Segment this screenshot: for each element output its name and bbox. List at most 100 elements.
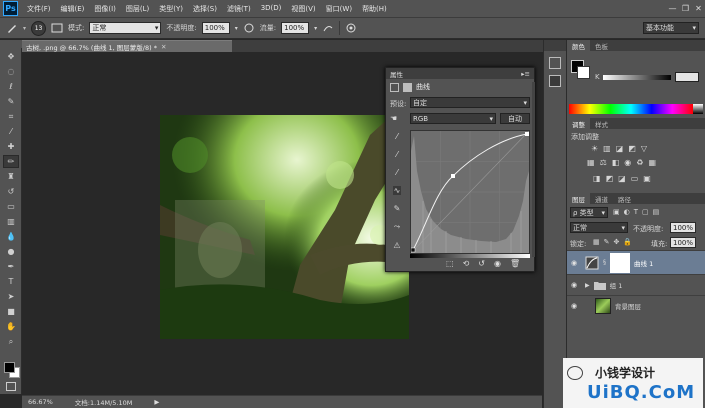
layer-thumbnail[interactable] xyxy=(595,298,611,314)
brightness-icon[interactable]: ☀ xyxy=(591,144,598,153)
vibrance-icon[interactable]: ▽ xyxy=(641,144,647,153)
type-tool-icon[interactable]: T xyxy=(3,275,19,288)
flow-dropdown-icon[interactable]: ▾ xyxy=(314,25,317,32)
levels-icon[interactable]: ▥ xyxy=(603,144,611,153)
brush-preset-picker[interactable]: 13 xyxy=(31,20,47,36)
posterize-icon[interactable]: ◩ xyxy=(606,174,614,183)
filter-type-icon[interactable]: T xyxy=(634,208,638,216)
move-tool-icon[interactable]: ✥ xyxy=(3,50,19,63)
menu-item-0[interactable]: 文件(F) xyxy=(22,4,56,14)
brush-panel-icon[interactable] xyxy=(51,22,63,34)
clone-stamp-tool-icon[interactable]: ♜ xyxy=(3,170,19,183)
gradient-tool-icon[interactable]: ▥ xyxy=(3,215,19,228)
pressure-opacity-icon[interactable] xyxy=(243,22,255,34)
tab-styles[interactable]: 样式 xyxy=(590,118,613,129)
filter-adjust-icon[interactable]: ◐ xyxy=(624,208,630,216)
fill-input[interactable]: 100% xyxy=(670,237,696,248)
target-adjust-icon[interactable]: ☚ xyxy=(390,114,397,123)
menu-item-8[interactable]: 视图(V) xyxy=(286,4,320,14)
black-point-eyedropper-icon[interactable]: ⁄ xyxy=(396,132,397,141)
document-tab[interactable]: 古树, .png @ 66.7% (曲线 1, 图层蒙版/8) * ✕ xyxy=(22,40,232,52)
visibility-icon[interactable]: ◉ xyxy=(494,259,501,268)
menu-item-9[interactable]: 窗口(W) xyxy=(321,4,357,14)
expand-arrow-icon[interactable]: ▶ xyxy=(585,282,590,289)
shape-tool-icon[interactable]: ■ xyxy=(3,305,19,318)
filter-smart-icon[interactable]: ▤ xyxy=(653,208,660,216)
menu-item-5[interactable]: 选择(S) xyxy=(188,4,222,14)
panel-menu-icon[interactable]: ▸≡ xyxy=(521,70,530,78)
preset-select[interactable]: 自定 ▾ xyxy=(410,97,530,108)
opacity-input[interactable]: 100% xyxy=(201,22,230,34)
curve-graph[interactable] xyxy=(410,130,530,254)
properties-panel-icon[interactable] xyxy=(549,75,561,87)
curve-graph-svg[interactable] xyxy=(410,130,530,254)
channel-mixer-icon[interactable]: ♻ xyxy=(636,158,643,167)
close-tab-icon[interactable]: ✕ xyxy=(161,43,166,51)
hand-tool-icon[interactable]: ✋ xyxy=(3,320,19,333)
menu-item-1[interactable]: 编辑(E) xyxy=(56,4,90,14)
quick-select-tool-icon[interactable]: ✎ xyxy=(3,95,19,108)
pressure-size-icon[interactable] xyxy=(345,22,357,34)
menu-item-4[interactable]: 类型(Y) xyxy=(154,4,188,14)
clip-to-layer-icon[interactable]: ⬚ xyxy=(446,259,454,268)
blend-mode-select[interactable]: 正常 ▾ xyxy=(570,222,628,233)
layer-row-group[interactable]: ◉ ▶ 组 1 xyxy=(567,274,705,295)
opacity-dropdown-icon[interactable]: ▾ xyxy=(235,25,238,32)
mask-icon[interactable] xyxy=(403,82,412,92)
color-lookup-icon[interactable]: ▦ xyxy=(648,158,656,167)
black-white-icon[interactable]: ◧ xyxy=(612,158,620,167)
menu-item-10[interactable]: 帮助(H) xyxy=(357,4,392,14)
crop-tool-icon[interactable]: ⌗ xyxy=(3,110,19,123)
visibility-eye-icon[interactable]: ◉ xyxy=(571,302,581,310)
layer-name[interactable]: 背景图层 xyxy=(615,301,641,311)
visibility-eye-icon[interactable]: ◉ xyxy=(571,259,581,267)
channel-select[interactable]: RGB ▾ xyxy=(410,113,496,124)
tab-swatches[interactable]: 色板 xyxy=(590,40,613,51)
tab-layers[interactable]: 图层 xyxy=(567,193,590,204)
curves-adjustment-icon[interactable] xyxy=(390,82,399,92)
layer-name[interactable]: 曲线 1 xyxy=(634,258,653,268)
curves-icon[interactable]: ◪ xyxy=(616,144,624,153)
minimize-button[interactable]: — xyxy=(666,3,679,15)
delete-icon[interactable]: 🗑 xyxy=(510,259,520,268)
mode-select[interactable]: 正常 ▾ xyxy=(89,22,162,34)
white-point-eyedropper-icon[interactable]: ⁄ xyxy=(396,168,397,177)
layer-row-background[interactable]: ◉ 背景图层 xyxy=(567,295,705,316)
pen-tool-icon[interactable]: ✒ xyxy=(3,260,19,273)
panel-scrollbar[interactable] xyxy=(532,82,535,257)
pencil-icon[interactable]: ✎ xyxy=(394,204,401,213)
lock-pixels-icon[interactable]: ✎ xyxy=(604,238,610,246)
link-icon[interactable]: § xyxy=(603,259,606,266)
hue-saturation-icon[interactable]: ▦ xyxy=(587,158,595,167)
close-button[interactable]: ✕ xyxy=(692,3,705,15)
color-spectrum[interactable] xyxy=(569,104,693,114)
auto-button[interactable]: 自动 xyxy=(500,113,530,124)
dropdown-arrow-icon[interactable]: ▾ xyxy=(23,25,26,32)
exposure-icon[interactable]: ◩ xyxy=(628,144,636,153)
color-background-swatch[interactable] xyxy=(577,66,590,79)
photo-filter-icon[interactable]: ◉ xyxy=(624,158,631,167)
brush-icon[interactable] xyxy=(6,22,18,34)
k-value-input[interactable] xyxy=(675,72,699,82)
dodge-tool-icon[interactable]: ● xyxy=(3,245,19,258)
foreground-color-swatch[interactable] xyxy=(4,362,15,373)
zoom-level[interactable]: 66.67% xyxy=(28,398,53,406)
flow-input[interactable]: 100% xyxy=(281,22,310,34)
reset-icon[interactable]: ↺ xyxy=(478,259,485,268)
edit-points-icon[interactable]: ∿ xyxy=(392,186,402,195)
clipping-warning-icon[interactable]: ⚠ xyxy=(393,241,400,250)
color-spectrum-gray[interactable] xyxy=(693,104,703,114)
history-panel-icon[interactable] xyxy=(549,57,561,69)
airbrush-icon[interactable] xyxy=(322,22,334,34)
gray-point-eyedropper-icon[interactable]: ⁄ xyxy=(396,150,397,159)
threshold-icon[interactable]: ◪ xyxy=(618,174,626,183)
restore-button[interactable]: ❐ xyxy=(679,3,692,15)
color-swatches[interactable] xyxy=(4,362,20,378)
status-arrow-icon[interactable]: ▶ xyxy=(154,398,159,406)
gradient-map-icon[interactable]: ▭ xyxy=(631,174,639,183)
zoom-tool-icon[interactable]: ⌕ xyxy=(3,335,19,348)
layer-row-curves[interactable]: ◉ § 曲线 1 xyxy=(567,250,705,274)
lock-position-icon[interactable]: ✥ xyxy=(614,238,620,246)
lasso-tool-icon[interactable]: ℓ xyxy=(3,80,19,93)
filter-pixel-icon[interactable]: ▣ xyxy=(613,208,620,216)
